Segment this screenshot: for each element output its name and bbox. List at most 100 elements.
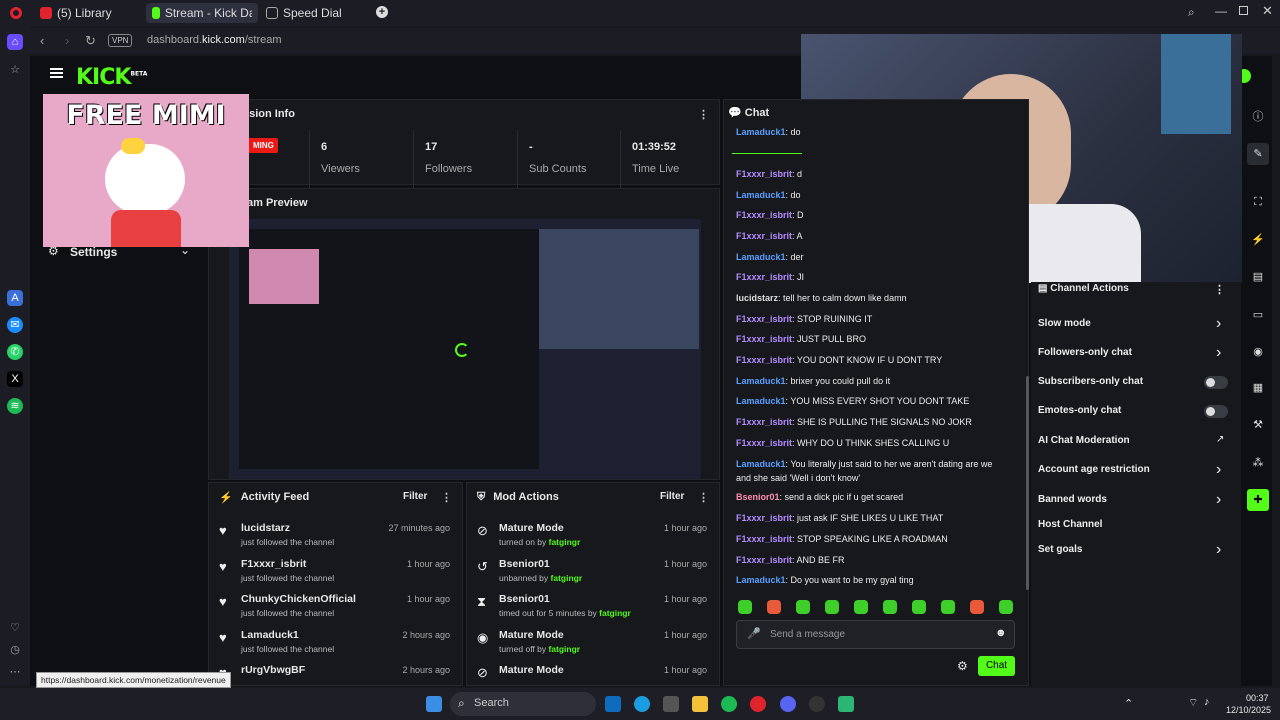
minimize-button[interactable]: — xyxy=(1215,4,1227,18)
lightning-icon[interactable]: ⚡ xyxy=(1247,229,1269,251)
history-icon[interactable]: ◷ xyxy=(7,642,23,658)
spotify-icon[interactable]: ≋ xyxy=(7,398,23,414)
channel-action-item[interactable]: Slow mode xyxy=(1038,318,1091,329)
mod-action-by[interactable]: fatgingr xyxy=(599,608,631,618)
broadcast-icon[interactable]: ◉ xyxy=(1247,341,1269,363)
app-taskbar-icon[interactable] xyxy=(838,696,854,712)
chat-message[interactable]: F1xxxr_isbrit: STOP RUINING IT xyxy=(736,314,872,324)
app-icon[interactable]: A xyxy=(7,290,23,306)
emote-icon[interactable] xyxy=(796,600,810,614)
chat-username[interactable]: F1xxxr_isbrit xyxy=(736,417,792,427)
chat-message[interactable]: F1xxxr_isbrit: STOP SPEAKING LIKE A ROAD… xyxy=(736,534,948,544)
chat-icon[interactable]: ▭ xyxy=(1247,304,1269,326)
chat-message[interactable]: Bsenior01: send a dick pic if u get scar… xyxy=(736,492,903,502)
document-icon[interactable]: ▤ xyxy=(1247,266,1269,288)
channel-action-item[interactable]: Set goals xyxy=(1038,544,1082,555)
nodes-icon[interactable]: ⁂ xyxy=(1247,452,1269,474)
chat-message[interactable]: lucidstarz: tell her to calm down like d… xyxy=(736,293,907,303)
chat-message[interactable]: F1xxxr_isbrit: WHY DO U THINK SHES CALLI… xyxy=(736,438,949,448)
chat-username[interactable]: F1xxxr_isbrit xyxy=(736,272,792,282)
chat-username[interactable]: F1xxxr_isbrit xyxy=(736,210,792,220)
puzzle-icon[interactable]: ✚ xyxy=(1247,489,1269,511)
channel-action-item[interactable]: Emotes-only chat xyxy=(1038,405,1121,416)
channel-action-item[interactable]: Followers-only chat xyxy=(1038,347,1132,358)
mod-action-row[interactable]: ⊘ Mature Mode 1 hour ago xyxy=(467,659,719,685)
chevron-right-icon[interactable]: › xyxy=(1216,491,1221,509)
emoji-icon[interactable]: ☻ xyxy=(995,627,1007,639)
chat-username[interactable]: F1xxxr_isbrit xyxy=(736,534,792,544)
activity-row[interactable]: ♥ ChunkyChickenOfficial just followed the … xyxy=(209,588,462,624)
chat-message[interactable]: F1xxxr_isbrit: SHE IS PULLING THE SIGNAL… xyxy=(736,417,972,427)
chat-username[interactable]: F1xxxr_isbrit xyxy=(736,555,792,565)
chat-username[interactable]: Lamaduck1 xyxy=(736,459,786,469)
home-icon[interactable]: ⌂ xyxy=(7,34,23,50)
taskbar-search[interactable]: ⌕ Search xyxy=(450,692,596,716)
emote-icon[interactable] xyxy=(825,600,839,614)
emote-icon[interactable] xyxy=(970,600,984,614)
file-explorer-icon[interactable] xyxy=(692,696,708,712)
toggle-switch[interactable] xyxy=(1204,376,1228,389)
chat-settings-gear-icon[interactable]: ⚙ xyxy=(957,659,968,673)
activity-row[interactable]: ♥rUrgVbwgBF2 hours ago xyxy=(209,659,462,685)
x-icon[interactable]: X xyxy=(7,371,23,387)
maximize-button[interactable] xyxy=(1239,6,1248,15)
scan-icon[interactable]: ⛶ xyxy=(1247,191,1269,213)
channel-action-item[interactable]: Banned words xyxy=(1038,494,1107,505)
chat-username[interactable]: Lamaduck1 xyxy=(736,127,786,137)
spotify-taskbar-icon[interactable] xyxy=(721,696,737,712)
tab-speed-dial[interactable]: Speed Dial xyxy=(260,3,360,23)
chat-message[interactable]: F1xxxr_isbrit: YOU DONT KNOW IF U DONT T… xyxy=(736,355,942,365)
toggle-switch[interactable] xyxy=(1204,405,1228,418)
chat-username[interactable]: F1xxxr_isbrit xyxy=(736,513,792,523)
info-icon[interactable]: ⓘ xyxy=(1247,106,1269,128)
activity-row[interactable]: ♥ Lamaduck1 just followed the channel 2 hou… xyxy=(209,624,462,660)
chat-username[interactable]: Bsenior01 xyxy=(736,492,780,502)
search-tabs-icon[interactable]: ⌕ xyxy=(1188,5,1195,20)
chat-username[interactable]: F1xxxr_isbrit xyxy=(736,169,792,179)
pin-icon[interactable]: ☆ xyxy=(7,62,23,78)
close-window-button[interactable]: ✕ xyxy=(1262,3,1273,19)
chat-message[interactable]: F1xxxr_isbrit: A xyxy=(736,231,803,241)
mod-action-by[interactable]: fatgingr xyxy=(548,644,580,654)
chat-message[interactable]: F1xxxr_isbrit: just ask IF SHE LIKES U L… xyxy=(736,513,943,523)
more-options-icon[interactable]: ⋮ xyxy=(698,108,709,121)
chevron-right-icon[interactable]: › xyxy=(1216,315,1221,333)
opera-logo-icon[interactable] xyxy=(10,7,22,19)
start-windows-icon[interactable] xyxy=(426,696,442,712)
chat-message[interactable]: Lamaduck1: do xyxy=(736,127,801,137)
mod-action-row[interactable]: ⊘ Mature Mode turned on by fatgingr 1 hour … xyxy=(467,517,719,553)
more-options-icon[interactable]: ⋮ xyxy=(441,491,452,504)
emote-icon[interactable] xyxy=(912,600,926,614)
channel-actions-more-icon[interactable]: ⋮ xyxy=(1214,283,1225,296)
chat-message[interactable]: F1xxxr_isbrit: AND BE FR xyxy=(736,555,845,565)
new-tab-button[interactable]: + xyxy=(376,6,388,18)
microphone-icon[interactable]: 🎤 xyxy=(747,627,761,640)
chat-scrollbar[interactable] xyxy=(1026,376,1029,590)
activity-row[interactable]: ♥ lucidstarz just followed the channel 27 m… xyxy=(209,517,462,553)
layout-icon[interactable]: ▦ xyxy=(1247,377,1269,399)
heart-icon[interactable]: ♡ xyxy=(7,620,23,636)
opera-taskbar-icon[interactable] xyxy=(750,696,766,712)
mod-action-row[interactable]: ◉ Mature Mode turned off by fatgingr 1 hour… xyxy=(467,624,719,660)
store-icon[interactable] xyxy=(663,696,679,712)
chevron-right-icon[interactable]: › xyxy=(1216,461,1221,479)
network-icon[interactable]: ⌔ xyxy=(1188,696,1198,710)
edit-icon[interactable]: ✎ xyxy=(1247,143,1269,165)
chat-username[interactable]: F1xxxr_isbrit xyxy=(736,438,792,448)
tab-kick-dashboard[interactable]: Stream - Kick Dashboard xyxy=(146,3,258,23)
chat-input-box[interactable]: 🎤 Send a message ☻ xyxy=(736,620,1015,649)
external-link-icon[interactable]: ↗ xyxy=(1216,434,1224,445)
menu-icon[interactable] xyxy=(50,68,63,78)
chat-message[interactable]: Lamaduck1: Do you want to be my gyal tin… xyxy=(736,575,914,585)
more-icon[interactable]: ⋯ xyxy=(7,664,23,680)
more-options-icon[interactable]: ⋮ xyxy=(698,491,709,504)
chat-message[interactable]: Lamaduck1: do xyxy=(736,190,801,200)
tray-chevron-icon[interactable]: ⌃ xyxy=(1124,697,1133,710)
reload-button[interactable]: ↻ xyxy=(85,33,96,49)
outlook-icon[interactable] xyxy=(605,696,621,712)
vpn-badge[interactable]: VPN xyxy=(108,34,133,47)
edge-icon[interactable] xyxy=(634,696,650,712)
chat-send-button[interactable]: Chat xyxy=(978,656,1015,676)
emote-icon[interactable] xyxy=(883,600,897,614)
stream-video[interactable] xyxy=(229,219,701,479)
